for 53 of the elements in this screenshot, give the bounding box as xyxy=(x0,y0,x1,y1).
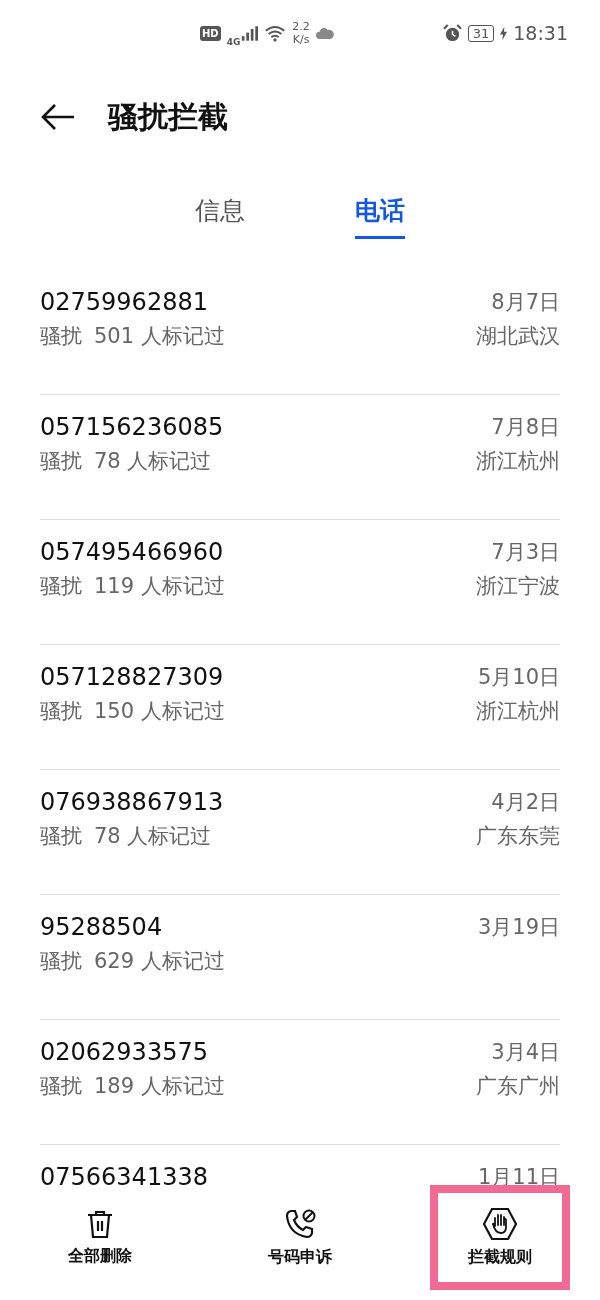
mark-count: 150 人标记过 xyxy=(94,698,225,725)
phone-number: 95288504 xyxy=(40,913,163,941)
mark-count: 629 人标记过 xyxy=(94,948,225,975)
spam-tag: 骚扰 xyxy=(40,1072,82,1100)
spam-tag: 骚扰 xyxy=(40,322,82,350)
caller-location: 浙江宁波 xyxy=(476,573,560,600)
caller-location: 广东东莞 xyxy=(476,823,560,850)
phone-number: 076938867913 xyxy=(40,788,224,816)
call-date: 3月4日 xyxy=(491,1039,560,1066)
caller-location: 湖北武汉 xyxy=(476,323,560,350)
hd-icon: HD xyxy=(200,25,221,41)
phone-number: 057128827309 xyxy=(40,663,224,691)
phone-number: 02062933575 xyxy=(40,1038,208,1066)
back-button[interactable] xyxy=(40,102,76,132)
spam-tag: 骚扰 xyxy=(40,947,82,975)
mark-count: 119 人标记过 xyxy=(94,573,225,600)
mark-count: 501 人标记过 xyxy=(94,323,225,350)
call-date: 3月19日 xyxy=(477,914,560,941)
toolbar-button[interactable]: 拦截规则 xyxy=(430,1185,570,1290)
spam-tag: 骚扰 xyxy=(40,822,82,850)
alarm-icon xyxy=(442,23,462,43)
wifi-icon xyxy=(264,24,287,42)
page-title: 骚扰拦截 xyxy=(108,97,228,136)
call-date: 4月2日 xyxy=(491,789,560,816)
mark-count: 78 人标记过 xyxy=(94,448,212,475)
signal-icon xyxy=(240,25,259,41)
toolbar-button[interactable]: 号码申诉 xyxy=(230,1185,370,1290)
call-date: 8月7日 xyxy=(491,289,560,316)
mark-count: 78 人标记过 xyxy=(94,823,212,850)
charging-icon xyxy=(500,25,508,41)
phone-number: 02759962881 xyxy=(40,288,208,316)
network-label: 4G xyxy=(226,37,241,47)
hand-stop-icon xyxy=(482,1207,518,1241)
phone-block-icon xyxy=(283,1207,317,1241)
call-date: 7月8日 xyxy=(491,414,560,441)
tab[interactable]: 电话 xyxy=(355,192,405,239)
phone-number: 057495466960 xyxy=(40,538,224,566)
caller-location: 广东广州 xyxy=(476,1073,560,1100)
speed-value: 2.2 xyxy=(292,20,310,33)
mark-count: 189 人标记过 xyxy=(94,1073,225,1100)
clock-time: 18:31 xyxy=(513,22,568,44)
speed-unit: K/s xyxy=(292,33,310,46)
spam-tag: 骚扰 xyxy=(40,697,82,725)
phone-number: 057156236085 xyxy=(40,413,224,441)
call-date: 7月3日 xyxy=(491,539,560,566)
call-date: 5月10日 xyxy=(477,664,560,691)
spam-tag: 骚扰 xyxy=(40,447,82,475)
battery-indicator: 31 xyxy=(467,24,495,42)
cloud-icon xyxy=(315,27,334,39)
tab[interactable]: 信息 xyxy=(195,192,245,239)
caller-location: 浙江杭州 xyxy=(476,448,560,475)
caller-location: 浙江杭州 xyxy=(476,698,560,725)
spam-tag: 骚扰 xyxy=(40,572,82,600)
